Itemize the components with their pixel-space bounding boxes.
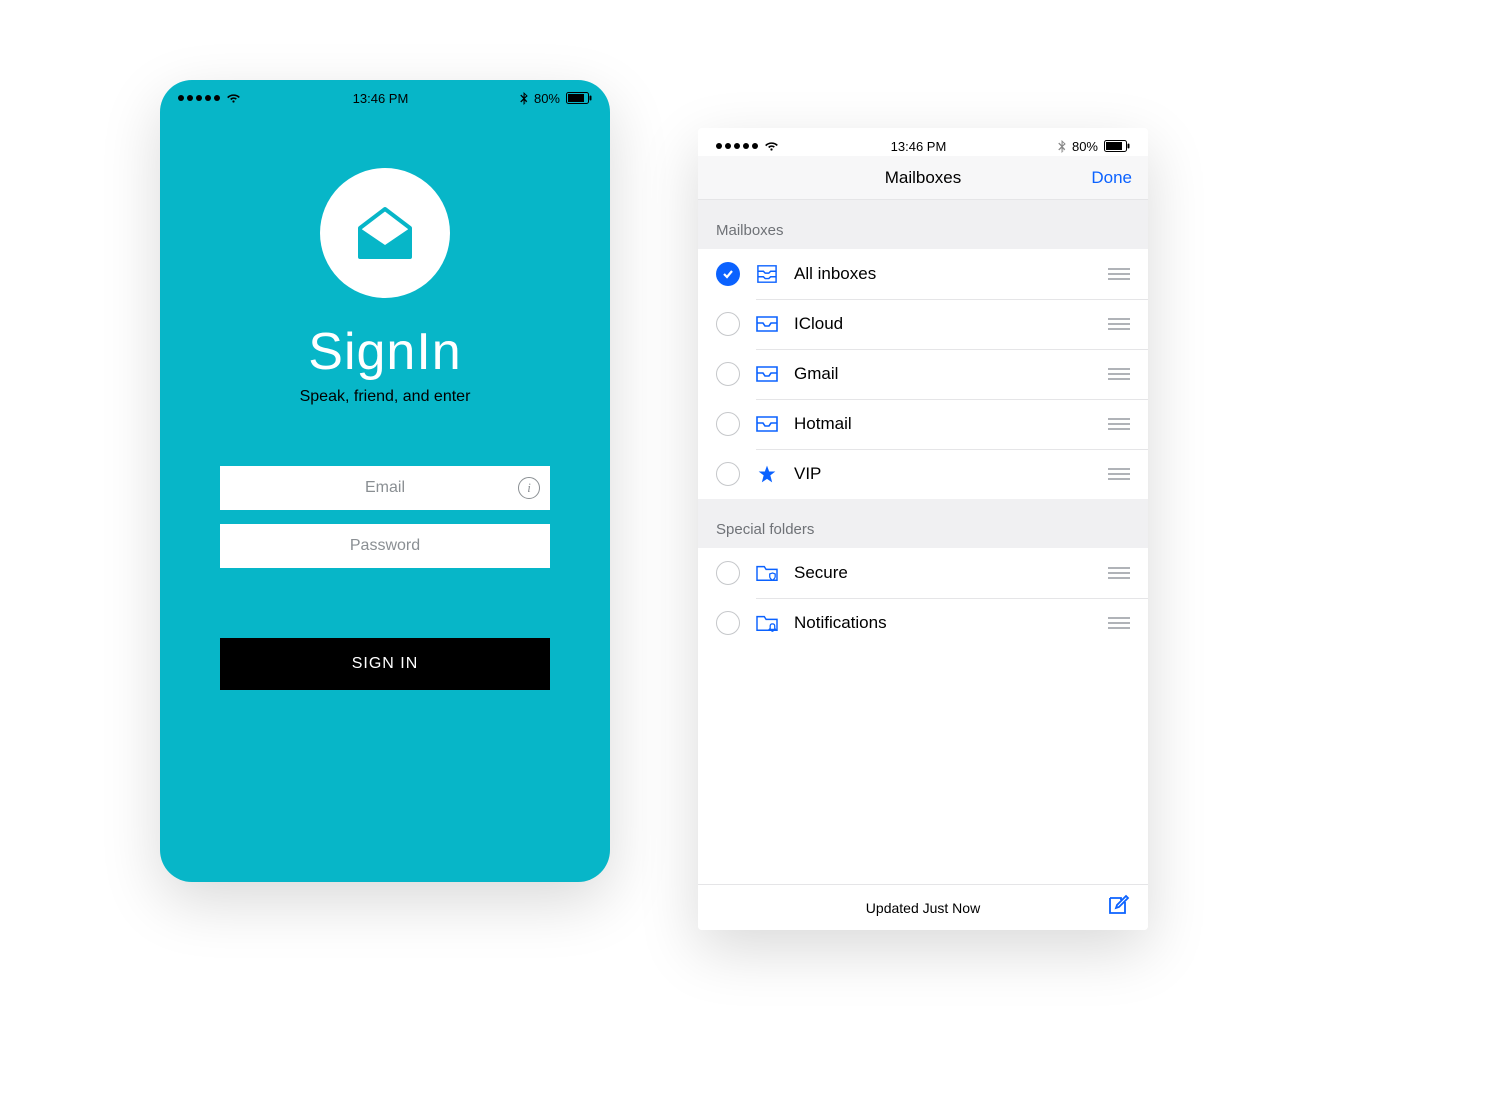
status-time: 13:46 PM: [891, 139, 947, 154]
drag-handle-icon[interactable]: [1108, 567, 1130, 579]
nav-bar: Mailboxes Done: [698, 156, 1148, 200]
row-checkbox[interactable]: [716, 412, 740, 436]
status-bar: 13:46 PM 80%: [698, 128, 1148, 156]
mailbox-row[interactable]: Notifications: [698, 598, 1148, 648]
drag-handle-icon[interactable]: [1108, 468, 1130, 480]
row-checkbox[interactable]: [716, 312, 740, 336]
section-header-special: Special folders: [698, 499, 1148, 548]
email-field[interactable]: [220, 479, 550, 497]
row-label: Hotmail: [794, 414, 1108, 434]
bluetooth-icon: [1058, 140, 1066, 153]
done-button[interactable]: Done: [1091, 168, 1132, 188]
info-icon[interactable]: i: [518, 477, 540, 499]
password-field[interactable]: [220, 537, 550, 555]
row-label: All inboxes: [794, 264, 1108, 284]
row-checkbox[interactable]: [716, 561, 740, 585]
signin-screen: 13:46 PM 80% SignIn Speak, friend, and e…: [160, 80, 610, 882]
mailbox-row[interactable]: Gmail: [698, 349, 1148, 399]
battery-icon: [566, 92, 592, 104]
compose-icon: [1106, 893, 1130, 917]
row-checkbox[interactable]: [716, 611, 740, 635]
row-checkbox[interactable]: [716, 462, 740, 486]
drag-handle-icon[interactable]: [1108, 268, 1130, 280]
drag-handle-icon[interactable]: [1108, 617, 1130, 629]
battery-percent: 80%: [534, 91, 560, 106]
battery-percent: 80%: [1072, 139, 1098, 154]
mailbox-row[interactable]: VIP: [698, 449, 1148, 499]
drag-handle-icon[interactable]: [1108, 318, 1130, 330]
signal-dots-icon: [716, 143, 758, 149]
drag-handle-icon[interactable]: [1108, 418, 1130, 430]
signin-title: SignIn: [308, 322, 461, 382]
app-logo: [320, 168, 450, 298]
updated-label: Updated Just Now: [866, 900, 980, 916]
signin-button[interactable]: SIGN IN: [220, 638, 550, 690]
compose-button[interactable]: [1106, 893, 1130, 922]
bottom-toolbar: Updated Just Now: [698, 884, 1148, 930]
email-field-wrap: i: [220, 466, 550, 510]
section-header-mailboxes: Mailboxes: [698, 200, 1148, 249]
inbox-stack-icon: [754, 264, 780, 284]
row-checkbox[interactable]: [716, 262, 740, 286]
bluetooth-icon: [520, 92, 528, 105]
row-label: Secure: [794, 563, 1108, 583]
mailbox-row[interactable]: Secure: [698, 548, 1148, 598]
checkmark-icon: [721, 267, 735, 281]
row-checkbox[interactable]: [716, 362, 740, 386]
row-label: Gmail: [794, 364, 1108, 384]
mailboxes-screen: 13:46 PM 80% Mailboxes Done Mailboxes Al…: [698, 128, 1148, 930]
drag-handle-icon[interactable]: [1108, 368, 1130, 380]
mailbox-row[interactable]: Hotmail: [698, 399, 1148, 449]
status-bar: 13:46 PM 80%: [160, 80, 610, 108]
row-label: ICloud: [794, 314, 1108, 334]
inbox-icon: [754, 414, 780, 434]
nav-title: Mailboxes: [885, 168, 962, 188]
signin-subtitle: Speak, friend, and enter: [300, 388, 471, 406]
signal-dots-icon: [178, 95, 220, 101]
wifi-icon: [764, 141, 779, 152]
password-field-wrap: [220, 524, 550, 568]
wifi-icon: [226, 93, 241, 104]
row-label: Notifications: [794, 613, 1108, 633]
inbox-icon: [754, 364, 780, 384]
star-icon: [754, 464, 780, 484]
folder-shield-icon: [754, 563, 780, 583]
mailbox-row[interactable]: ICloud: [698, 299, 1148, 349]
open-envelope-icon: [350, 203, 420, 263]
battery-icon: [1104, 140, 1130, 152]
mailbox-row[interactable]: All inboxes: [698, 249, 1148, 299]
inbox-icon: [754, 314, 780, 334]
row-label: VIP: [794, 464, 1108, 484]
folder-bell-icon: [754, 613, 780, 633]
status-time: 13:46 PM: [353, 91, 409, 106]
